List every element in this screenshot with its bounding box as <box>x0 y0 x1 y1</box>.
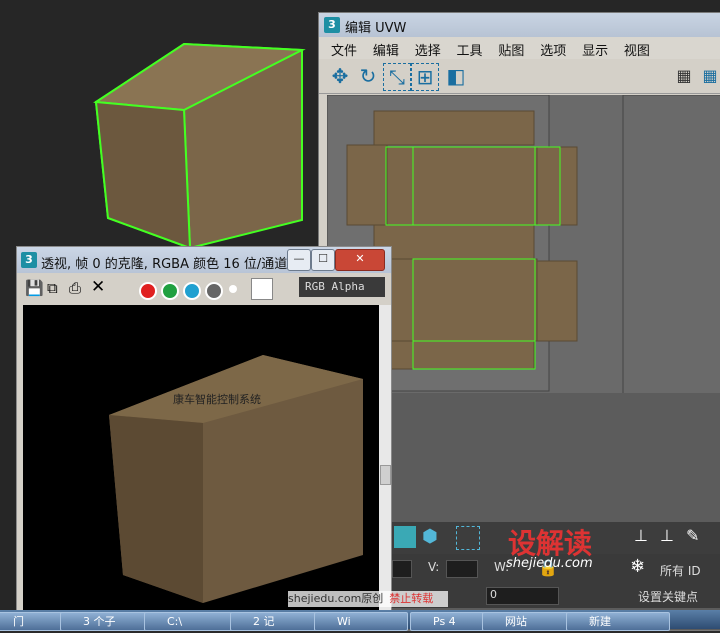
clear-icon[interactable]: ✕ <box>91 277 105 297</box>
render-title: 透视, 帧 0 的克隆, RGBA 颜色 16 位/通道 ... <box>41 257 304 272</box>
menu-tools[interactable]: 工具 <box>457 40 483 59</box>
color-swatch[interactable] <box>251 278 273 300</box>
align-icon[interactable]: ⊥ <box>634 526 654 548</box>
taskbar-item[interactable]: 3 个子 <box>60 612 154 631</box>
cube-icon[interactable]: ⬢ <box>422 526 444 548</box>
menu-select[interactable]: 选择 <box>415 40 441 59</box>
viewport-box-model[interactable] <box>90 40 310 260</box>
watermark-url: shejiedu.com <box>506 556 593 571</box>
render-toolbar: 💾 ⧉ ⎙ ✕ RGB Alpha <box>17 273 391 305</box>
taskbar-item[interactable]: 门 <box>0 612 66 631</box>
render-image: 康车智能控制系统 <box>23 305 379 630</box>
copy-icon[interactable]: ⧉ <box>47 279 58 297</box>
brush-icon[interactable]: ✎ <box>686 526 706 548</box>
scale-icon[interactable]: ⤡ <box>383 63 411 91</box>
menu-display[interactable]: 显示 <box>582 40 608 59</box>
u-field[interactable] <box>392 560 412 578</box>
taskbar-item[interactable]: 新建 <box>566 612 670 631</box>
render-scrollbar[interactable] <box>379 305 391 630</box>
rotate-icon[interactable]: ↻ <box>355 63 381 89</box>
freeform-icon[interactable]: ⊞ <box>411 63 439 91</box>
menu-file[interactable]: 文件 <box>331 40 357 59</box>
maximize-button[interactable]: ☐ <box>311 249 335 271</box>
watermark-site: shejiedu.com原创 <box>288 592 384 605</box>
select-vertex-icon[interactable] <box>394 526 416 548</box>
print-icon[interactable]: ⎙ <box>69 279 81 297</box>
v-field[interactable] <box>446 560 478 578</box>
watermark-note: 禁止转载 <box>389 592 434 605</box>
close-button[interactable]: ✕ <box>335 249 385 271</box>
taskbar-item[interactable]: C:\ <box>144 612 244 631</box>
uvw-title-bar[interactable]: 3 编辑 UVW <box>319 13 720 37</box>
blue-channel-icon[interactable] <box>183 282 201 300</box>
rendered-box: 康车智能控制系统 <box>109 355 363 603</box>
uvw-toolbar: ✥ ↻ ⤡ ⊞ ◧ ▦ ▦ <box>319 59 720 94</box>
spinner-field[interactable]: 0 <box>486 587 559 605</box>
alpha-channel-icon[interactable] <box>205 282 223 300</box>
uvw-title: 编辑 UVW <box>345 21 407 36</box>
render-frame-window[interactable]: 3 透视, 帧 0 的克隆, RGBA 颜色 16 位/通道 ... — ☐ ✕… <box>16 246 392 631</box>
green-channel-icon[interactable] <box>161 282 179 300</box>
app-badge: 3 <box>324 17 340 33</box>
v-label: V: <box>428 560 440 574</box>
scroll-thumb[interactable] <box>380 465 391 485</box>
snowflake-icon[interactable]: ❄ <box>630 556 645 577</box>
channel-display[interactable]: RGB Alpha <box>299 277 385 297</box>
menu-options[interactable]: 选项 <box>540 40 566 59</box>
menu-edit[interactable]: 编辑 <box>373 40 399 59</box>
taskbar-item[interactable]: Wi <box>314 612 408 631</box>
add-select-icon[interactable] <box>456 526 480 550</box>
set-keyframe-button[interactable]: 设置关键点 <box>638 588 698 605</box>
align-bottom-icon[interactable]: ⊥ <box>660 526 680 548</box>
menu-view[interactable]: 视图 <box>624 40 650 59</box>
texture-icon[interactable]: ▦ <box>697 63 720 89</box>
save-icon[interactable]: 💾 <box>25 279 44 297</box>
uvw-menu-bar: 文件 编辑 选择 工具 贴图 选项 显示 视图 <box>319 37 720 59</box>
all-ids-dropdown[interactable]: 所有 ID <box>660 562 701 579</box>
checker-icon[interactable]: ▦ <box>671 63 697 89</box>
watermark-bar: shejiedu.com原创 禁止转载 <box>288 591 448 607</box>
minimize-button[interactable]: — <box>287 249 311 271</box>
move-icon[interactable]: ✥ <box>327 63 353 89</box>
mirror-icon[interactable]: ◧ <box>443 63 469 89</box>
windows-taskbar: 门 3 个子 C:\ 2 记 Wi Ps 4 网站 新建 <box>0 610 720 631</box>
red-channel-icon[interactable] <box>139 282 157 300</box>
render-app-badge: 3 <box>21 252 37 268</box>
render-title-bar[interactable]: 3 透视, 帧 0 的克隆, RGBA 颜色 16 位/通道 ... — ☐ ✕ <box>17 247 391 273</box>
mono-icon[interactable] <box>229 285 237 293</box>
menu-mapping[interactable]: 贴图 <box>498 40 524 59</box>
box-brand-text: 康车智能控制系统 <box>173 392 261 406</box>
